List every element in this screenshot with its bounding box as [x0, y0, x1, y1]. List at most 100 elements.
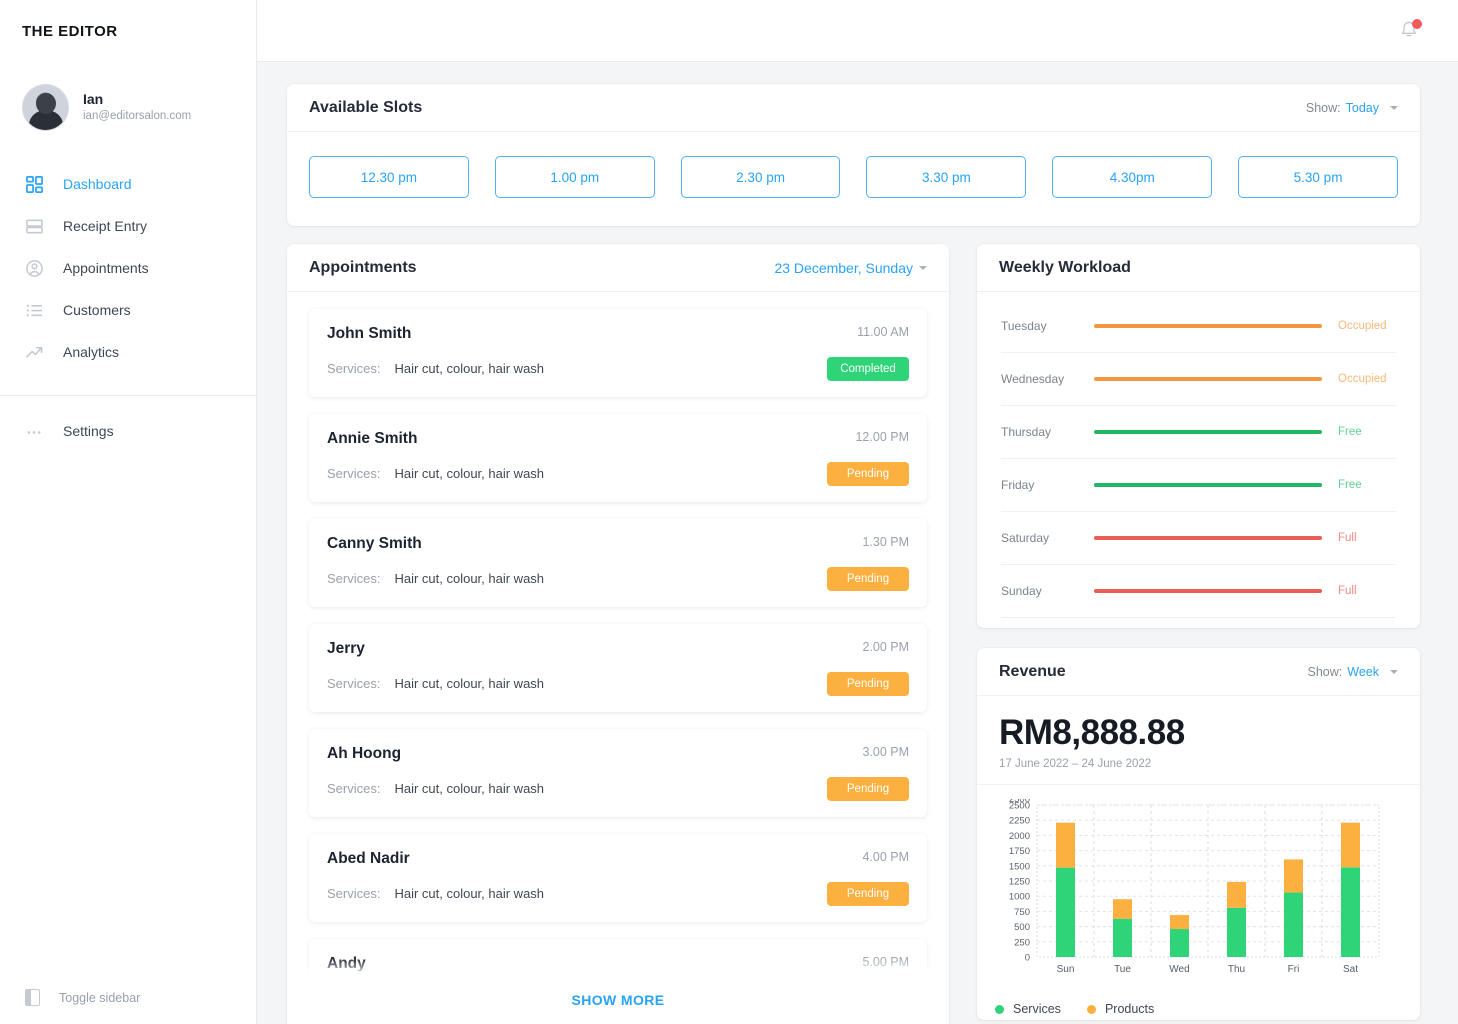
appointment-customer-name: Abed Nadir [327, 850, 410, 867]
appointment-time: 4.00 PM [862, 850, 909, 864]
status-badge: Pending [827, 777, 909, 801]
slot-button[interactable]: 5.30 pm [1238, 156, 1398, 198]
appointments-date-dropdown[interactable]: 23 December, Sunday [774, 260, 927, 276]
profile-name: Ian [83, 91, 104, 107]
appointment-customer-name: Andy [327, 955, 366, 971]
workload-status-label: Free [1338, 426, 1362, 438]
avatar [22, 84, 69, 131]
bell-icon [1398, 21, 1420, 46]
sidebar-item-analytics[interactable]: Analytics [0, 331, 256, 373]
svg-text:1750: 1750 [1009, 846, 1030, 857]
notification-badge-dot [1412, 18, 1422, 29]
revenue-chart-legend: Services Products [977, 998, 1420, 1020]
workload-row: Thursday Free [1001, 406, 1396, 459]
receipt-icon [25, 217, 44, 236]
appointment-time: 11.00 AM [857, 325, 909, 339]
revenue-date-range: 17 June 2022 – 24 June 2022 [999, 758, 1152, 770]
revenue-show-label: Show: [1307, 664, 1343, 679]
appointment-card[interactable]: Annie Smith 12.00 PM Services: Hair cut, co… [309, 414, 927, 502]
appointment-card[interactable]: Abed Nadir 4.00 PM Services: Hair cut, colo… [309, 834, 927, 922]
slots-show-label: Show: [1305, 100, 1341, 115]
appointment-card[interactable]: Canny Smith 1.30 PM Services: Hair cut, col… [309, 519, 927, 607]
weekly-workload-rows: Tuesday Occupied Wednesday Occupied Thursday… [977, 292, 1420, 628]
workload-row: Friday Free [1001, 459, 1396, 512]
svg-text:750: 750 [1014, 907, 1030, 918]
slot-button[interactable]: 1.00 pm [494, 156, 655, 198]
svg-text:Sat: Sat [1343, 964, 1358, 975]
sidebar-item-dashboard[interactable]: Dashboard [0, 163, 256, 205]
revenue-show-value: Week [1347, 664, 1379, 679]
workload-status-label: Occupied [1338, 373, 1387, 385]
right-column: Weekly Workload Tuesday Occupied Wednesday… [977, 244, 1420, 1020]
appointment-customer-name: Canny Smith [327, 535, 422, 552]
legend-item: Products [1086, 1002, 1154, 1016]
appointment-services-value: Hair cut, colour, hair wash [394, 466, 545, 481]
available-slots-header: Available Slots Show: Today [287, 84, 1420, 132]
sidebar-item-label: Analytics [63, 344, 120, 360]
svg-text:Wed: Wed [1169, 964, 1189, 975]
toggle-sidebar-label: Toggle sidebar [59, 990, 141, 1005]
slot-button[interactable]: 12.30 pm [309, 156, 469, 198]
sidebar-item-settings[interactable]: Settings [0, 410, 256, 452]
slot-button[interactable]: 2.30 pm [680, 156, 841, 198]
slot-button[interactable]: 4.30pm [1052, 156, 1213, 198]
appointment-time: 2.00 PM [862, 640, 909, 654]
sidebar-item-appointments[interactable]: Appointments [0, 247, 256, 289]
revenue-summary: RM8,888.88 17 June 2022 – 24 June 2022 [977, 696, 1420, 785]
legend-label: Services [1013, 1002, 1061, 1016]
svg-text:2500: 2500 [1009, 799, 1030, 805]
dashboard-columns: Appointments 23 December, Sunday John Sm… [287, 244, 1420, 1024]
appointment-card[interactable]: Jerry 2.00 PM Services: Hair cut, colour, h… [309, 624, 927, 712]
toggle-sidebar-button[interactable]: Toggle sidebar [25, 989, 140, 1006]
sidebar-item-receipt-entry[interactable]: Receipt Entry [0, 205, 256, 247]
appointment-services-value: Hair cut, colour, hair wash [394, 781, 545, 796]
sidebar-item-label: Customers [63, 302, 131, 318]
workload-status-label: Free [1338, 479, 1362, 491]
topbar [257, 0, 1458, 62]
chevron-down-icon [1390, 669, 1398, 674]
svg-text:250: 250 [1014, 937, 1030, 948]
slot-button[interactable]: 3.30 pm [866, 156, 1027, 198]
appointment-services-value: Hair cut, colour, hair wash [394, 886, 545, 901]
appointment-time: 12.00 PM [855, 430, 909, 444]
workload-row: Tuesday Occupied [1001, 300, 1396, 353]
legend-color-dot [1086, 1004, 1096, 1014]
svg-text:Sun: Sun [1057, 964, 1075, 975]
appointment-time: 5.00 PM [862, 955, 909, 969]
status-badge: Pending [827, 567, 909, 591]
appointment-card[interactable]: John Smith 11.00 AM Services: Hair cut, col… [309, 309, 927, 397]
page-title: Available Slots [309, 98, 423, 116]
revenue-bar-chart: 0250500750100012501500175020002250250025… [1009, 794, 1380, 975]
sidebar-item-label: Appointments [63, 260, 149, 276]
status-badge: Completed [827, 357, 909, 381]
trending-up-icon [25, 343, 44, 362]
ellipsis-icon [25, 422, 44, 441]
slots-show-dropdown[interactable]: Show: Today [1306, 101, 1398, 115]
sidebar-nav-secondary: Settings [0, 410, 256, 452]
appointments-card: Appointments 23 December, Sunday John Sm… [287, 244, 949, 1024]
notifications-button[interactable] [1398, 18, 1422, 46]
status-badge: Pending [827, 672, 909, 696]
workload-bar [1094, 377, 1322, 381]
slot-button-row: 12.30 pm 1.00 pm 2.30 pm 3.30 pm 4.30pm … [287, 132, 1420, 226]
status-badge: Pending [827, 462, 909, 486]
svg-text:1500: 1500 [1009, 861, 1030, 872]
legend-item: Services [995, 1002, 1061, 1016]
appointments-header: Appointments 23 December, Sunday [287, 244, 949, 292]
workload-bar [1094, 324, 1322, 328]
workload-bar [1094, 589, 1322, 593]
show-more-button[interactable]: SHOW MORE [287, 971, 949, 1024]
appointment-card[interactable]: Andy5.00 PMServices:Hair cut, colour, ha… [309, 939, 927, 971]
workload-row: Saturday Full [1001, 512, 1396, 565]
legend-color-dot [995, 1004, 1004, 1014]
svg-text:2250: 2250 [1009, 816, 1030, 827]
appointment-card[interactable]: Ah Hoong 3.00 PM Services: Hair cut, colour… [309, 729, 927, 817]
revenue-title: Revenue [999, 662, 1066, 680]
revenue-show-dropdown[interactable]: Show: Week [1308, 665, 1398, 679]
revenue-amount: RM8,888.88 [999, 713, 1185, 752]
appointment-services-label: Services: [327, 361, 381, 376]
sidebar-item-customers[interactable]: Customers [0, 289, 256, 331]
main-area: Available Slots Show: Today 12.30 pm 1.0… [257, 0, 1458, 1024]
workload-bar [1094, 430, 1322, 434]
profile-block[interactable]: Ian ian@editorsalon.com [0, 62, 256, 131]
